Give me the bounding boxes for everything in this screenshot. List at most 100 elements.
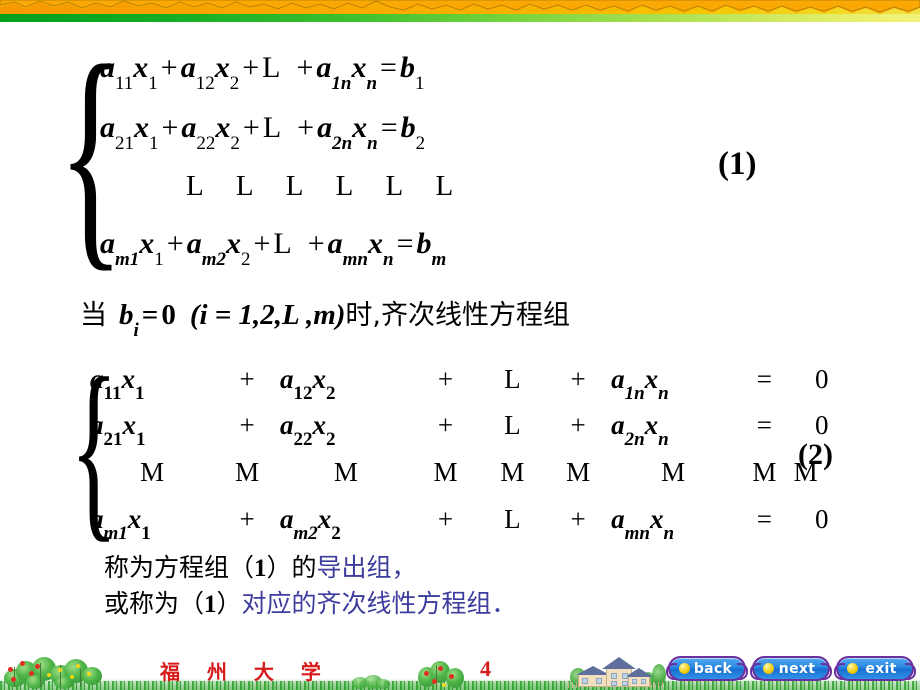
- plus-operator: +: [307, 227, 325, 260]
- equals-operator: =: [396, 227, 414, 260]
- term-amnxn: amnxn: [611, 503, 735, 543]
- bullet-dot-icon: [679, 663, 690, 674]
- coef-a-subscript: 11: [103, 382, 122, 404]
- plus-operator: +: [570, 363, 586, 394]
- exit-button-label: exit: [865, 660, 897, 677]
- vdots-glyph: M: [333, 456, 358, 487]
- condition-suffix: 时,齐次线性方程组: [345, 300, 570, 331]
- coef-a: a: [611, 503, 625, 534]
- mid-bush-decoration: [418, 659, 470, 689]
- bullet-dot-icon: [763, 663, 774, 674]
- coef-a-subscript: m2: [293, 522, 318, 544]
- ref-number: 1: [204, 591, 217, 618]
- coef-a-subscript: 21: [103, 428, 123, 450]
- rhs-b: b: [399, 51, 415, 84]
- closing-line-2: 或称为（1）对应的齐次线性方程组．: [104, 586, 517, 622]
- equals-operator: =: [756, 503, 773, 534]
- plus-operator: +: [570, 503, 586, 534]
- term-am2x2: am2x2: [280, 503, 412, 543]
- ref-number: 1: [254, 555, 267, 582]
- coef-a-subscript: 11: [115, 73, 134, 94]
- closing-line-1: 称为方程组（1）的导出组，: [104, 550, 517, 586]
- var-x: x: [122, 409, 137, 440]
- vdots-glyph: M: [140, 456, 165, 487]
- var-x-subscript: n: [663, 522, 675, 544]
- coef-a-subscript: 12: [195, 73, 215, 94]
- coef-a: a: [317, 111, 333, 144]
- var-x-subscript: 1: [141, 522, 151, 544]
- equals-operator: =: [756, 409, 773, 440]
- var-x-subscript: 2: [229, 73, 240, 94]
- vdots-glyph: M: [661, 456, 686, 487]
- plus-operator: +: [242, 51, 260, 84]
- exit-button[interactable]: exit: [834, 656, 916, 681]
- system-2-tag: (2): [798, 438, 833, 471]
- coef-a-subscript: m1: [115, 249, 140, 270]
- equation-row: a11x1 + a12x2 + L + a1nxn = b1: [100, 38, 700, 98]
- var-x: x: [312, 363, 327, 394]
- coef-a: a: [90, 363, 104, 394]
- equals-operator: =: [141, 299, 159, 331]
- coef-a-subscript: 2n: [624, 428, 645, 450]
- plus-operator: +: [239, 363, 255, 394]
- ellipsis-glyph: L: [504, 363, 521, 394]
- equals-operator: =: [756, 363, 773, 394]
- closing-line-1-prefix: 称为方程组（: [104, 553, 255, 582]
- var-x: x: [317, 503, 332, 534]
- system-1-tag: (1): [718, 146, 757, 182]
- derived-system-highlight: 导出组，: [316, 553, 417, 582]
- plus-operator: +: [253, 227, 271, 260]
- var-x-subscript: 2: [240, 249, 251, 270]
- coef-a: a: [100, 227, 115, 260]
- coef-a: a: [90, 503, 104, 534]
- var-x-subscript: 2: [326, 428, 336, 450]
- equals-operator: =: [380, 111, 398, 144]
- plus-operator: +: [297, 111, 315, 144]
- var-x: x: [351, 51, 367, 84]
- term-am1x1: am1x1: [90, 503, 214, 543]
- top-decorative-banner: [0, 0, 920, 22]
- next-button-label: next: [778, 660, 816, 677]
- back-button-label: back: [693, 660, 733, 677]
- ellipsis-glyph: L: [273, 227, 292, 260]
- slide-footer: 福 州 大 学 4 back next exit: [0, 648, 920, 690]
- coef-a-subscript: 12: [293, 382, 313, 404]
- slide-content: { a11x1 + a12x2 + L + a1nxn = b1 a21x1 + a22x2 + L + a…: [0, 22, 920, 648]
- b-subscript: i: [133, 319, 139, 341]
- vdots-glyph: M: [235, 456, 260, 487]
- term-anxn: a2nxn: [611, 410, 735, 449]
- var-x: x: [139, 227, 155, 260]
- equation-row: a21x1 + a22x2 + L + a2nxn = 0: [90, 402, 850, 450]
- var-x-subscript: n: [383, 249, 394, 270]
- closing-line-2-prefix: 或称为（: [104, 589, 205, 618]
- var-x: x: [644, 363, 659, 394]
- var-x-subscript: 2: [326, 382, 336, 404]
- coef-a-subscript: 2n: [332, 133, 353, 154]
- vdots-glyph: M: [752, 456, 777, 487]
- plus-operator: +: [242, 111, 260, 144]
- term-anxn: a1nxn: [611, 363, 735, 403]
- var-x-subscript: 1: [148, 73, 158, 94]
- homogeneous-system-2: { a11x1 + a12x2 + L + a1nxn = 0 a21x1 + …: [70, 349, 870, 549]
- plus-operator: +: [437, 363, 454, 394]
- var-x-subscript: n: [366, 73, 378, 94]
- ellipsis-glyph: L: [262, 51, 281, 84]
- plus-operator: +: [570, 409, 586, 440]
- var-x: x: [368, 227, 384, 260]
- var-x-subscript: n: [367, 133, 378, 154]
- next-button[interactable]: next: [750, 656, 832, 681]
- term-a1x1: a11x1: [90, 363, 214, 403]
- coef-a: a: [90, 409, 104, 440]
- var-x: x: [215, 111, 231, 144]
- rhs-b-subscript: 1: [414, 73, 425, 94]
- back-button[interactable]: back: [666, 656, 748, 681]
- term-a1x1: a21x1: [90, 409, 214, 449]
- var-x: x: [225, 227, 241, 260]
- ellipsis-glyph: L: [262, 111, 282, 144]
- rhs-zero: 0: [815, 363, 829, 394]
- rhs-zero: 0: [815, 409, 829, 440]
- plus-operator: +: [437, 503, 454, 534]
- coef-a-subscript: 21: [115, 133, 134, 154]
- var-x: x: [352, 111, 368, 144]
- var-x-subscript: n: [658, 428, 669, 450]
